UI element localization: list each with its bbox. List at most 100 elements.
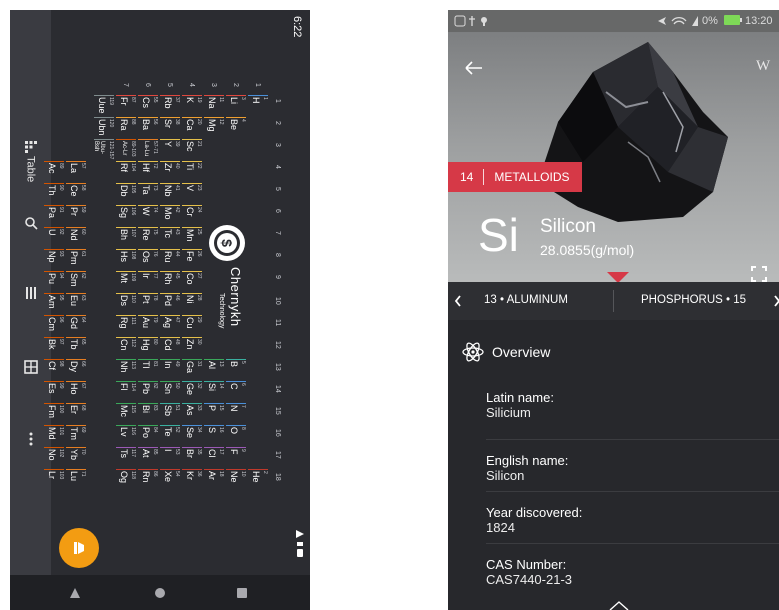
element-cell[interactable]: 87 Fr: [115, 95, 137, 117]
arrow-left-icon[interactable]: [464, 60, 484, 76]
nav-home-button[interactable]: [150, 575, 170, 610]
chevron-left-icon[interactable]: [454, 295, 462, 307]
element-cell[interactable]: 46 Pd: [159, 293, 181, 315]
element-cell[interactable]: 71 Lu: [65, 469, 87, 491]
overview-section-header[interactable]: Overview: [448, 338, 779, 370]
element-cell[interactable]: 67 Ho: [65, 381, 87, 403]
element-cell[interactable]: 21 Sc: [181, 139, 203, 161]
element-cell[interactable]: 76 Os: [137, 249, 159, 271]
element-cell[interactable]: 108 Hs: [115, 249, 137, 271]
element-cell[interactable]: 13 Al: [203, 359, 225, 381]
element-cell[interactable]: 68 Er: [65, 403, 87, 425]
element-cell[interactable]: 38 Sr: [159, 117, 181, 139]
element-cell[interactable]: 57 La: [65, 161, 87, 183]
fullscreen-icon[interactable]: [751, 266, 767, 282]
element-cell[interactable]: 89-103 Ac-Lr: [115, 139, 137, 161]
element-cell[interactable]: 90 Th: [43, 183, 65, 205]
element-cell[interactable]: 12 Mg: [203, 117, 225, 139]
element-cell[interactable]: 44 Ru: [159, 249, 181, 271]
element-cell[interactable]: 117 Ts: [115, 447, 137, 469]
element-cell[interactable]: 48 Cd: [159, 337, 181, 359]
element-cell[interactable]: 63 Eu: [65, 293, 87, 315]
element-cell[interactable]: 56 Ba: [137, 117, 159, 139]
element-cell[interactable]: 112 Cn: [115, 337, 137, 359]
element-cell[interactable]: 11 Na: [203, 95, 225, 117]
element-cell[interactable]: 7N: [225, 403, 247, 425]
fab-button[interactable]: [59, 528, 99, 568]
element-cell[interactable]: 20 Ca: [181, 117, 203, 139]
nav-back-button[interactable]: [65, 575, 85, 610]
element-cell[interactable]: 22 Ti: [181, 161, 203, 183]
element-cell[interactable]: 88 Ra: [115, 117, 137, 139]
element-cell[interactable]: 18 Ar: [203, 469, 225, 491]
element-cell[interactable]: 98 Cf: [43, 359, 65, 381]
element-cell[interactable]: 121-157 Ubu-Bsh: [93, 139, 115, 161]
element-cell[interactable]: 93 Np: [43, 249, 65, 271]
element-cell[interactable]: 15 P: [203, 403, 225, 425]
element-cell[interactable]: 119 Uue: [93, 95, 115, 117]
element-cell[interactable]: 36 Kr: [181, 469, 203, 491]
chevron-up-icon[interactable]: [608, 600, 630, 610]
element-cell[interactable]: 59 Pr: [65, 205, 87, 227]
chevron-right-icon[interactable]: [773, 295, 779, 307]
element-cell[interactable]: 37 Rb: [159, 95, 181, 117]
element-cell[interactable]: 57-71 La-Lu: [137, 139, 159, 161]
element-cell[interactable]: 49 In: [159, 359, 181, 381]
element-cell[interactable]: 95 Am: [43, 293, 65, 315]
element-cell[interactable]: 69 Tm: [65, 425, 87, 447]
element-cell[interactable]: 86 Rn: [137, 469, 159, 491]
element-cell[interactable]: 35 Br: [181, 447, 203, 469]
element-cell[interactable]: 74 W: [137, 205, 159, 227]
element-cell[interactable]: 115 Mc: [115, 403, 137, 425]
element-cell[interactable]: 113 Nh: [115, 359, 137, 381]
element-cell[interactable]: 28 Ni: [181, 293, 203, 315]
element-cell[interactable]: 77 Ir: [137, 271, 159, 293]
element-cell[interactable]: 81 Tl: [137, 359, 159, 381]
element-cell[interactable]: 111 Rg: [115, 315, 137, 337]
nav-recents-button[interactable]: [232, 575, 252, 610]
element-cell[interactable]: 118 Og: [115, 469, 137, 491]
element-cell[interactable]: 10 Ne: [225, 469, 247, 491]
element-cell[interactable]: 1H: [247, 95, 269, 117]
element-cell[interactable]: 64 Gd: [65, 315, 87, 337]
element-cell[interactable]: 3 Li: [225, 95, 247, 117]
element-cell[interactable]: 8O: [225, 425, 247, 447]
element-cell[interactable]: 61 Pm: [65, 249, 87, 271]
element-cell[interactable]: 96 Cm: [43, 315, 65, 337]
prev-element-link[interactable]: 13 • ALUMINUM: [484, 294, 568, 306]
element-cell[interactable]: 94 Pu: [43, 271, 65, 293]
element-cell[interactable]: 91 Pa: [43, 205, 65, 227]
element-cell[interactable]: 23 V: [181, 183, 203, 205]
element-cell[interactable]: 89 Ac: [43, 161, 65, 183]
element-cell[interactable]: 82 Pb: [137, 381, 159, 403]
element-cell[interactable]: 60 Nd: [65, 227, 87, 249]
element-cell[interactable]: 47 Ag: [159, 315, 181, 337]
element-cell[interactable]: 32 Ge: [181, 381, 203, 403]
element-cell[interactable]: 24 Cr: [181, 205, 203, 227]
element-cell[interactable]: 114 Fl: [115, 381, 137, 403]
element-cell[interactable]: 55 Cs: [137, 95, 159, 117]
element-cell[interactable]: 72 Hf: [137, 161, 159, 183]
element-cell[interactable]: 27 Co: [181, 271, 203, 293]
element-cell[interactable]: 6C: [225, 381, 247, 403]
element-cell[interactable]: 101 Md: [43, 425, 65, 447]
element-cell[interactable]: 9F: [225, 447, 247, 469]
element-cell[interactable]: 62 Sm: [65, 271, 87, 293]
element-cell[interactable]: 34 Se: [181, 425, 203, 447]
element-cell[interactable]: 78 Pt: [137, 293, 159, 315]
element-cell[interactable]: 107 Bh: [115, 227, 137, 249]
element-cell[interactable]: 116 Lv: [115, 425, 137, 447]
element-cell[interactable]: 16 S: [203, 425, 225, 447]
element-cell[interactable]: 25 Mn: [181, 227, 203, 249]
element-cell[interactable]: 2 He: [247, 469, 269, 491]
element-cell[interactable]: 14 Si: [203, 381, 225, 403]
element-cell[interactable]: 75 Re: [137, 227, 159, 249]
element-cell[interactable]: 53 I: [159, 447, 181, 469]
element-cell[interactable]: 39 Y: [159, 139, 181, 161]
element-cell[interactable]: 83 Bi: [137, 403, 159, 425]
element-cell[interactable]: 45 Rh: [159, 271, 181, 293]
element-cell[interactable]: 5B: [225, 359, 247, 381]
element-cell[interactable]: 51 Sb: [159, 403, 181, 425]
element-cell[interactable]: 103 Lr: [43, 469, 65, 491]
element-cell[interactable]: 85 At: [137, 447, 159, 469]
